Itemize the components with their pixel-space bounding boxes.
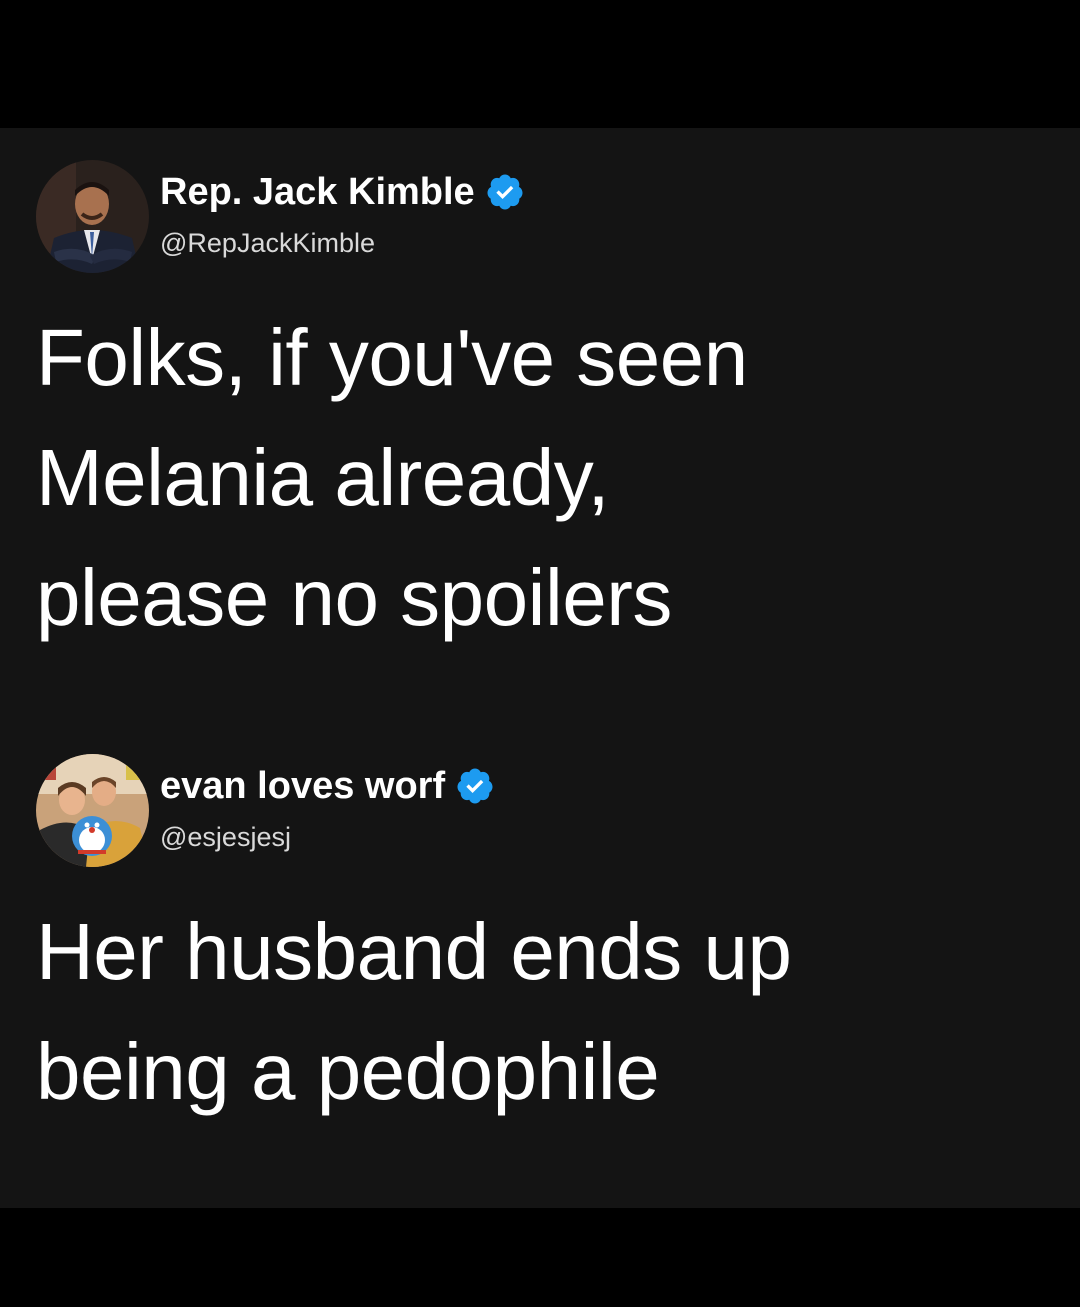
tweet-text-line: Folks, if you've seen (36, 313, 748, 402)
user-info: Rep. Jack Kimble @RepJackKimble (160, 168, 525, 260)
verified-badge-icon (487, 174, 523, 210)
tweet-text-line: please no spoilers (36, 553, 672, 642)
display-name[interactable]: Rep. Jack Kimble (160, 168, 475, 216)
two-people-with-plush-avatar-icon (36, 754, 149, 867)
tweet-text-line: being a pedophile (36, 1027, 660, 1116)
tweet-text: Her husband ends up being a pedophile (36, 892, 1036, 1132)
display-name[interactable]: evan loves worf (160, 762, 445, 810)
handle[interactable]: @esjesjesj (160, 820, 495, 854)
name-row: Rep. Jack Kimble (160, 168, 525, 216)
name-row: evan loves worf (160, 762, 495, 810)
avatar[interactable] (36, 754, 149, 867)
screenshot-page: Rep. Jack Kimble @RepJackKimble Folks, i… (0, 0, 1080, 1307)
tweet-text-line: Her husband ends up (36, 907, 792, 996)
tweet-card: Rep. Jack Kimble @RepJackKimble Folks, i… (0, 128, 1080, 1208)
tweet-text-line: Melania already, (36, 433, 610, 522)
user-info: evan loves worf @esjesjesj (160, 762, 495, 854)
handle[interactable]: @RepJackKimble (160, 226, 525, 260)
verified-badge-icon (457, 768, 493, 804)
man-in-suit-avatar-icon (36, 160, 149, 273)
tweet-text: Folks, if you've seen Melania already, p… (36, 298, 1036, 658)
avatar[interactable] (36, 160, 149, 273)
